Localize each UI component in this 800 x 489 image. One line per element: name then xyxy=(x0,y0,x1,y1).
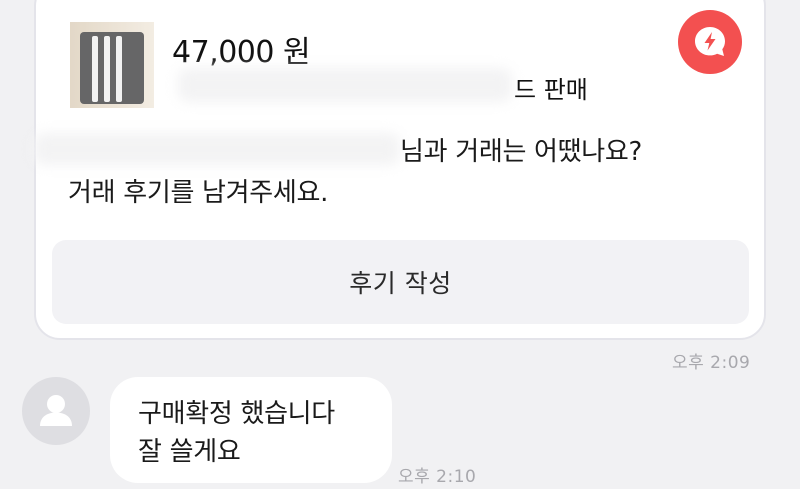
product-price: 47,000 원 xyxy=(172,35,311,70)
message-text: 구매확정 했습니다 잘 쓸게요 xyxy=(138,399,335,467)
review-prompt-line1: 님과 거래는 어땠나요? xyxy=(400,137,643,167)
product-title-suffix: 드 판매 xyxy=(514,76,588,104)
write-review-button[interactable]: 후기 작성 xyxy=(52,240,749,324)
chat-screen: 47,000 원 드 판매 님과 거래는 어땠나요? 거래 후기를 남겨주세요.… xyxy=(0,0,800,489)
card-timestamp: 오후 2:09 xyxy=(672,353,751,373)
blurred-product-title xyxy=(178,68,512,102)
lightning-chat-icon xyxy=(678,10,742,74)
blurred-seller-name xyxy=(34,133,400,165)
product-thumbnail[interactable] xyxy=(70,22,154,108)
review-prompt-line2: 거래 후기를 남겨주세요. xyxy=(68,178,329,208)
user-avatar-icon[interactable] xyxy=(22,377,90,445)
message-timestamp: 오후 2:10 xyxy=(398,467,477,487)
